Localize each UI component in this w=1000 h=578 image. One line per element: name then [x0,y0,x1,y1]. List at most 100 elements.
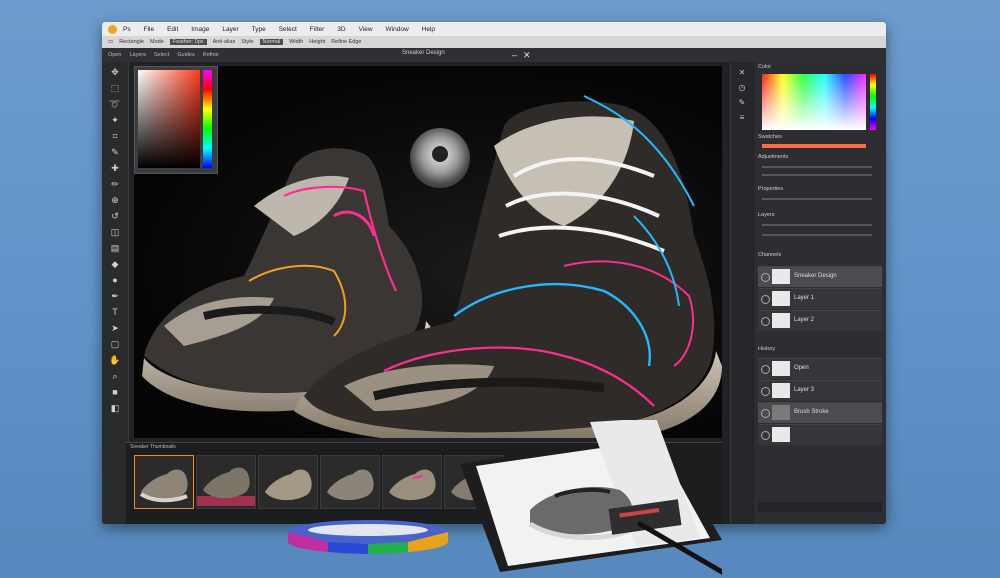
color-hue-bar[interactable] [870,74,876,130]
thumbnail-2[interactable] [196,455,256,509]
properties-panel-icon[interactable]: ✎ [731,98,753,107]
blur-tool-icon[interactable]: ◆ [109,258,121,270]
dodge-tool-icon[interactable]: ● [109,274,121,286]
panel-icon-strip: ✕ ◷ ✎ ≡ [730,62,753,524]
crop-tool-icon[interactable]: ⌗ [109,130,121,142]
thumbnail-1[interactable] [134,455,194,509]
history-row-1[interactable]: Open [758,358,882,379]
gradient-tool-icon[interactable]: ▤ [109,242,121,254]
menu-bar: Ps File Edit Image Layer Type Select Fil… [102,22,886,36]
visibility-eye-icon[interactable] [761,295,770,304]
layer-thumbnail [772,269,790,284]
menu-item-select[interactable]: Select [279,26,297,33]
history-state-icon [761,409,770,418]
adjust-slider-2[interactable] [762,174,872,176]
quick-mask-icon[interactable]: ◧ [109,402,121,414]
option-shape[interactable]: Rectangle [119,39,144,45]
history-brush-icon[interactable]: ↺ [109,210,121,222]
menu-item-ps[interactable]: Ps [123,26,131,33]
menu-item-image[interactable]: Image [191,26,209,33]
close-icon[interactable]: ✕ [523,48,531,62]
clone-stamp-icon[interactable]: ⊕ [109,194,121,206]
foreground-color-icon[interactable]: ■ [109,386,121,398]
menu-item-help[interactable]: Help [422,26,435,33]
brushes-panel-icon[interactable]: ≡ [731,113,753,122]
layer-row-1[interactable]: Sneaker Design [758,266,882,287]
tool-preset-icon[interactable]: ▭ [108,39,113,45]
path-select-icon[interactable]: ➤ [109,322,121,334]
menu-item-edit[interactable]: Edit [167,26,178,33]
thumbnail-3[interactable] [258,455,318,509]
layer-thumbnail [772,313,790,328]
history-row-3[interactable]: Brush Stroke [758,402,882,423]
brush-tool-icon[interactable]: ✏ [109,178,121,190]
window-controls: – ✕ [512,48,531,62]
thumbnail-4[interactable] [320,455,380,509]
eraser-tool-icon[interactable]: ◫ [109,226,121,238]
channels-label: Channels [758,252,782,258]
layer-row-3[interactable]: Layer 2 [758,310,882,331]
option-mode[interactable]: Mode [150,39,164,45]
saturation-field[interactable] [138,70,200,168]
menu-item-file[interactable]: File [144,26,154,33]
opacity-bar[interactable] [762,234,872,236]
image-canvas[interactable] [134,66,722,438]
tab-select[interactable]: Select [154,52,169,58]
tab-open[interactable]: Open [108,52,121,58]
color-panel-title: Color [758,64,772,70]
color-spectrum[interactable] [762,74,866,130]
drawing-tablet [460,420,722,575]
menu-item-window[interactable]: Window [386,26,409,33]
layer-name: Layer 1 [794,295,815,301]
visibility-eye-icon[interactable] [761,317,770,326]
eyedropper-icon[interactable]: ✎ [109,146,121,158]
swatch-strip[interactable] [762,144,866,148]
menu-item-layer[interactable]: Layer [222,26,238,33]
minimize-icon[interactable]: – [512,48,517,62]
layer-name: Sneaker Design [794,273,837,279]
property-slider[interactable] [762,198,872,200]
pen-tool-icon[interactable]: ✒ [109,290,121,302]
option-style[interactable]: Style [241,39,253,45]
right-panels: Color Swatches Adjustments Properties La… [754,62,886,524]
adjust-slider-1[interactable] [762,166,872,168]
layers-filter-bar[interactable] [762,224,872,226]
menu-item-3d[interactable]: 3D [337,26,345,33]
layer-row-2[interactable]: Layer 1 [758,288,882,309]
history-thumbnail [772,405,790,420]
history-name: Brush Stroke [794,409,829,415]
history-state-icon [761,431,770,440]
shape-tool-icon[interactable]: ▢ [109,338,121,350]
color-picker-popup[interactable] [134,66,218,174]
hue-slider[interactable] [203,70,212,168]
menu-item-filter[interactable]: Filter [310,26,324,33]
history-panel-icon[interactable]: ◷ [731,83,753,92]
option-antialias[interactable]: Anti-alias [213,39,236,45]
history-row-4[interactable] [758,424,882,445]
menu-item-view[interactable]: View [359,26,373,33]
option-height[interactable]: Height [309,39,325,45]
hand-tool-icon[interactable]: ✋ [109,354,121,366]
thumbnail-5[interactable] [382,455,442,509]
move-tool-icon[interactable]: ✥ [109,66,121,78]
menu-item-type[interactable]: Type [252,26,266,33]
healing-brush-icon[interactable]: ✚ [109,162,121,174]
layer-name: Layer 2 [794,317,815,323]
expand-icon[interactable]: ✕ [731,68,753,77]
marquee-tool-icon[interactable]: ⬚ [109,82,121,94]
history-row-2[interactable]: Layer 3 [758,380,882,401]
option-refine-edge[interactable]: Refine Edge [331,39,361,45]
tab-refine[interactable]: Refine [203,52,219,58]
magic-wand-icon[interactable]: ✦ [109,114,121,126]
visibility-eye-icon[interactable] [761,273,770,282]
tools-panel: ✥ ⬚ ➰ ✦ ⌗ ✎ ✚ ✏ ⊕ ↺ ◫ ▤ ◆ ● ✒ T ➤ ▢ ✋ ⌕ … [102,62,129,524]
type-tool-icon[interactable]: T [109,306,121,318]
option-feather[interactable]: Feather: 0px [169,39,207,45]
tab-layers[interactable]: Layers [129,52,146,58]
option-style-value[interactable]: Normal [259,39,284,45]
zoom-tool-icon[interactable]: ⌕ [109,370,121,382]
option-width[interactable]: Width [289,39,303,45]
tab-guides[interactable]: Guides [177,52,194,58]
options-bar: ▭ Rectangle Mode Feather: 0px Anti-alias… [102,36,886,48]
lasso-tool-icon[interactable]: ➰ [109,98,121,110]
